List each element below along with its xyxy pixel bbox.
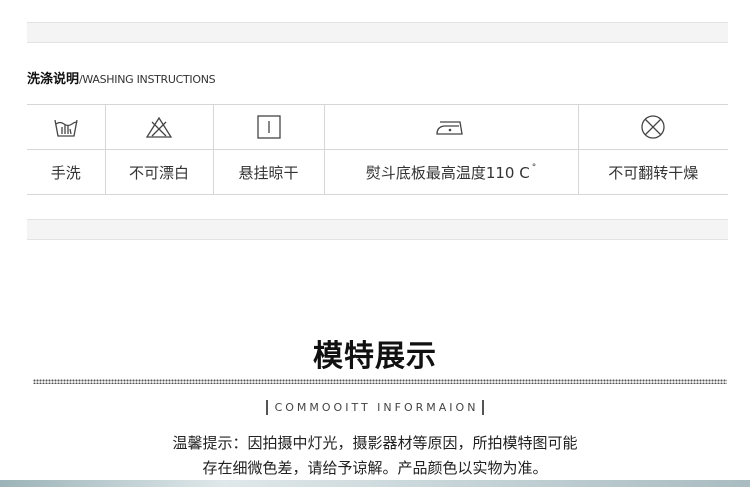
model-subtitle: COMMOOITT INFORMAION [265,400,485,415]
care-label-hang-dry: 悬挂晾干 [212,149,325,195]
no-tumble-dry-icon [579,113,729,141]
top-gray-band [27,22,728,43]
washing-instructions-title: 洗涤说明/WASHING INSTRUCTIONS [27,68,216,87]
hand-wash-icon [27,114,105,140]
photo-edge-strip [0,480,750,487]
care-icon-cell [104,104,214,150]
model-subtitle-wrap: COMMOOITT INFORMAION [0,396,750,415]
care-icon-cell [323,104,579,150]
care-icon-cell [577,104,729,150]
washing-title-en: /WASHING INSTRUCTIONS [79,73,216,86]
care-label-no-tumble-dry: 不可翻转干燥 [577,149,728,195]
care-icon-cell [27,104,106,150]
iron-temperature-text: 熨斗底板最高温度110 C [365,163,530,182]
bottom-gray-band [27,219,728,240]
no-bleach-icon [106,114,213,140]
care-label-iron: 熨斗底板最高温度110 C ° [323,149,579,195]
washing-title-zh: 洗涤说明 [27,72,80,87]
care-label-hand-wash: 手洗 [27,149,106,195]
care-instructions-table: 手洗 不可漂白 悬挂晾干 熨斗底板最高温度110 C ° 不可翻转干燥 [27,104,728,195]
dotted-divider [33,379,727,384]
model-showcase-title: 模特展示 [313,339,437,374]
hang-dry-icon [214,114,324,140]
degree-sign: ° [531,162,537,173]
tip-line-2: 存在细微色差，请给予谅解。产品颜色以实物为准。 [202,459,548,477]
care-label-no-bleach: 不可漂白 [104,149,214,195]
tip-line-1: 温馨提示：因拍摄中灯光，摄影器材等原因，所拍模特图可能 [172,434,578,452]
iron-icon [325,114,578,140]
care-icon-cell [212,104,325,150]
